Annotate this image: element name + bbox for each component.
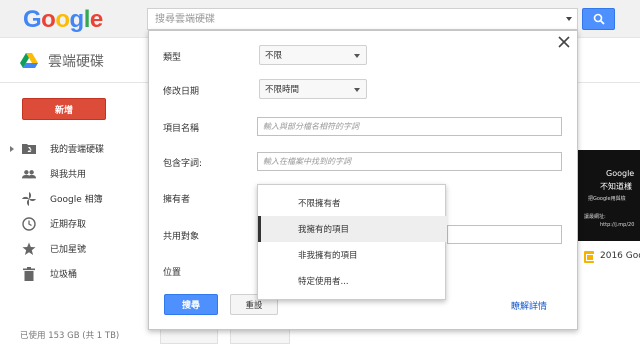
storage-usage[interactable]: 已使用 153 GB (共 1 TB) bbox=[20, 329, 119, 341]
logo-letter-o1: o bbox=[41, 6, 56, 33]
slides-file-icon bbox=[584, 251, 594, 263]
owner-option-any[interactable]: 不限擁有者 bbox=[258, 190, 447, 216]
sidebar-item-label: 近期存取 bbox=[50, 220, 87, 230]
type-dropdown[interactable]: 不限 bbox=[259, 45, 367, 65]
new-button[interactable]: 新增 bbox=[22, 98, 106, 120]
sidebar-item-label: 與我共用 bbox=[50, 170, 87, 180]
sidebar-item-my-drive[interactable]: 我的雲端硬碟 bbox=[0, 136, 146, 161]
location-label: 位置 bbox=[163, 268, 182, 278]
search-box bbox=[147, 8, 578, 30]
thumbnail-text: 讓最網址: bbox=[584, 214, 606, 220]
people-icon bbox=[22, 167, 36, 181]
google-drive-icon[interactable] bbox=[20, 53, 38, 68]
contains-words-input[interactable]: 輸入在檔案中找到的字詞 bbox=[257, 152, 562, 171]
sidebar-item-recent[interactable]: 近期存取 bbox=[0, 211, 146, 236]
chevron-down-icon bbox=[354, 54, 360, 58]
thumbnail-text: Google bbox=[606, 169, 635, 178]
close-icon[interactable] bbox=[557, 35, 571, 49]
owner-option-not-owned-by-me[interactable]: 非我擁有的項目 bbox=[258, 242, 447, 268]
sidebar-item-starred[interactable]: 已加星號 bbox=[0, 236, 146, 261]
chevron-down-icon bbox=[354, 88, 360, 92]
thumbnail-text: http://j.mp/20 bbox=[600, 222, 635, 228]
modified-date-value: 不限時間 bbox=[265, 85, 300, 95]
google-logo[interactable]: Google bbox=[23, 6, 103, 34]
logo-letter-g: G bbox=[23, 6, 42, 33]
file-name[interactable]: 2016 Goo bbox=[600, 251, 640, 261]
logo-letter-o2: o bbox=[55, 6, 70, 33]
thumbnail-text: 把Google用與檢 bbox=[588, 196, 626, 202]
shared-with-label: 共用對象 bbox=[163, 232, 200, 242]
sidebar-item-trash[interactable]: 垃圾桶 bbox=[0, 261, 146, 286]
clock-icon bbox=[22, 216, 36, 231]
app-title: 雲端硬碟 bbox=[48, 54, 104, 70]
search-icon bbox=[593, 13, 605, 25]
item-name-input[interactable]: 輸入與部分檔名相符的字詞 bbox=[257, 117, 562, 136]
search-submit-button[interactable]: 搜尋 bbox=[164, 294, 218, 315]
search-options-dropdown-icon[interactable] bbox=[566, 17, 572, 21]
logo-letter-g2: g bbox=[69, 6, 85, 33]
contains-words-label: 包含字詞: bbox=[163, 159, 203, 169]
sidebar-item-google-photos[interactable]: Google 相簿 bbox=[0, 186, 146, 211]
search-input[interactable] bbox=[148, 9, 548, 29]
type-dropdown-value: 不限 bbox=[265, 51, 283, 61]
learn-more-link[interactable]: 瞭解詳情 bbox=[511, 299, 547, 312]
thumbnail-text: 不知道樣 bbox=[600, 182, 632, 191]
pinwheel-icon bbox=[22, 191, 36, 206]
trash-icon bbox=[22, 266, 36, 281]
sidebar-item-label: 垃圾桶 bbox=[50, 270, 78, 280]
type-label: 類型 bbox=[163, 53, 182, 63]
owner-label: 擁有者 bbox=[163, 195, 191, 205]
sidebar-item-shared-with-me[interactable]: 與我共用 bbox=[0, 161, 146, 186]
sidebar-item-label: 已加星號 bbox=[50, 245, 87, 255]
sidebar-item-label: Google 相簿 bbox=[50, 195, 103, 205]
logo-letter-e: e bbox=[89, 6, 103, 33]
drive-folder-icon bbox=[22, 142, 36, 156]
modified-date-dropdown[interactable]: 不限時間 bbox=[259, 79, 367, 99]
star-icon bbox=[22, 242, 36, 256]
sidebar-item-label: 我的雲端硬碟 bbox=[50, 145, 105, 155]
shared-with-input[interactable] bbox=[447, 225, 562, 244]
search-button[interactable] bbox=[582, 8, 615, 30]
expand-arrow-icon[interactable] bbox=[10, 145, 14, 152]
owner-option-specific-person[interactable]: 特定使用者... bbox=[258, 268, 447, 294]
sidebar-nav: 我的雲端硬碟 與我共用 Google 相簿 近期存取 已加星號 垃圾桶 bbox=[0, 136, 146, 286]
modified-date-label: 修改日期 bbox=[163, 87, 200, 97]
owner-dropdown-menu: 不限擁有者 我擁有的項目 非我擁有的項目 特定使用者... bbox=[257, 184, 447, 300]
file-thumbnail[interactable]: Google 不知道樣 把Google用與檢 讓最網址: http://j.mp… bbox=[578, 150, 640, 241]
owner-option-owned-by-me[interactable]: 我擁有的項目 bbox=[258, 216, 447, 242]
item-name-label: 項目名稱 bbox=[163, 124, 200, 134]
